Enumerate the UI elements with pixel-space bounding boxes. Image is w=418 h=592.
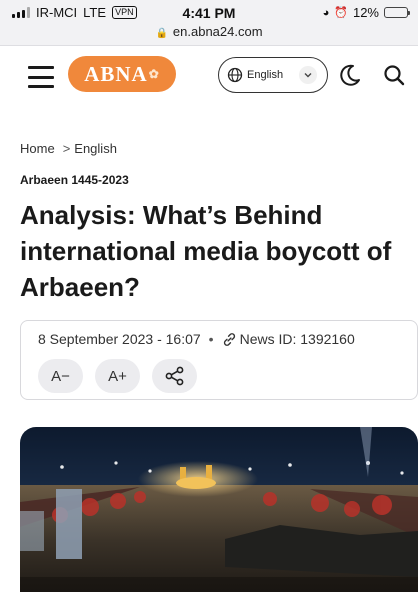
battery-percent: 12% bbox=[352, 5, 379, 20]
hero-photo bbox=[20, 427, 418, 592]
address-bar[interactable]: 🔒 en.abna24.com bbox=[0, 24, 418, 39]
orientation-lock-icon: ◕ bbox=[322, 6, 330, 19]
lock-icon: 🔒 bbox=[155, 28, 168, 39]
meta-separator: • bbox=[208, 331, 214, 347]
font-decrease-button[interactable]: A− bbox=[38, 359, 83, 393]
share-icon bbox=[165, 366, 183, 386]
logo-text: ABNA bbox=[84, 61, 148, 86]
meta-line: 8 September 2023 - 16:07 • News ID: 1392… bbox=[38, 331, 355, 347]
battery-icon bbox=[384, 7, 410, 18]
breadcrumb-home[interactable]: Home bbox=[20, 141, 55, 156]
breadcrumb-separator: > bbox=[62, 141, 71, 156]
logo-mark-icon: ✿ bbox=[148, 66, 160, 81]
language-select[interactable]: English bbox=[218, 57, 328, 93]
article-hero-image bbox=[20, 427, 418, 592]
site-header: ABNA ✿ English bbox=[0, 48, 418, 108]
article-meta: 8 September 2023 - 16:07 • News ID: 1392… bbox=[20, 320, 418, 400]
font-increase-button[interactable]: A+ bbox=[95, 359, 140, 393]
link-icon bbox=[223, 332, 235, 346]
breadcrumb: Home > English bbox=[20, 141, 117, 156]
news-id: News ID: 1392160 bbox=[239, 331, 355, 347]
language-label: English bbox=[247, 69, 284, 81]
url-text: en.abna24.com bbox=[172, 24, 263, 39]
site-logo[interactable]: ABNA ✿ bbox=[68, 56, 176, 92]
article-category[interactable]: Arbaeen 1445-2023 bbox=[20, 173, 129, 187]
chevron-down-icon bbox=[299, 66, 317, 84]
article-date: 8 September 2023 - 16:07 bbox=[38, 331, 201, 347]
globe-icon bbox=[227, 67, 243, 83]
share-button[interactable] bbox=[152, 359, 197, 393]
search-icon[interactable] bbox=[382, 63, 406, 87]
meta-actions: A− A+ bbox=[38, 359, 197, 393]
moon-icon[interactable] bbox=[337, 62, 363, 88]
menu-icon[interactable] bbox=[28, 66, 54, 88]
status-bar: IR-MCI LTE VPN 4:41 PM ◕ ⏰ 12% 🔒 en.abna2… bbox=[0, 0, 418, 46]
article-title: Analysis: What’s Behind international me… bbox=[20, 200, 392, 302]
status-right: ◕ ⏰ 12% bbox=[322, 5, 410, 20]
alarm-icon: ⏰ bbox=[334, 7, 348, 19]
breadcrumb-current[interactable]: English bbox=[74, 141, 117, 156]
